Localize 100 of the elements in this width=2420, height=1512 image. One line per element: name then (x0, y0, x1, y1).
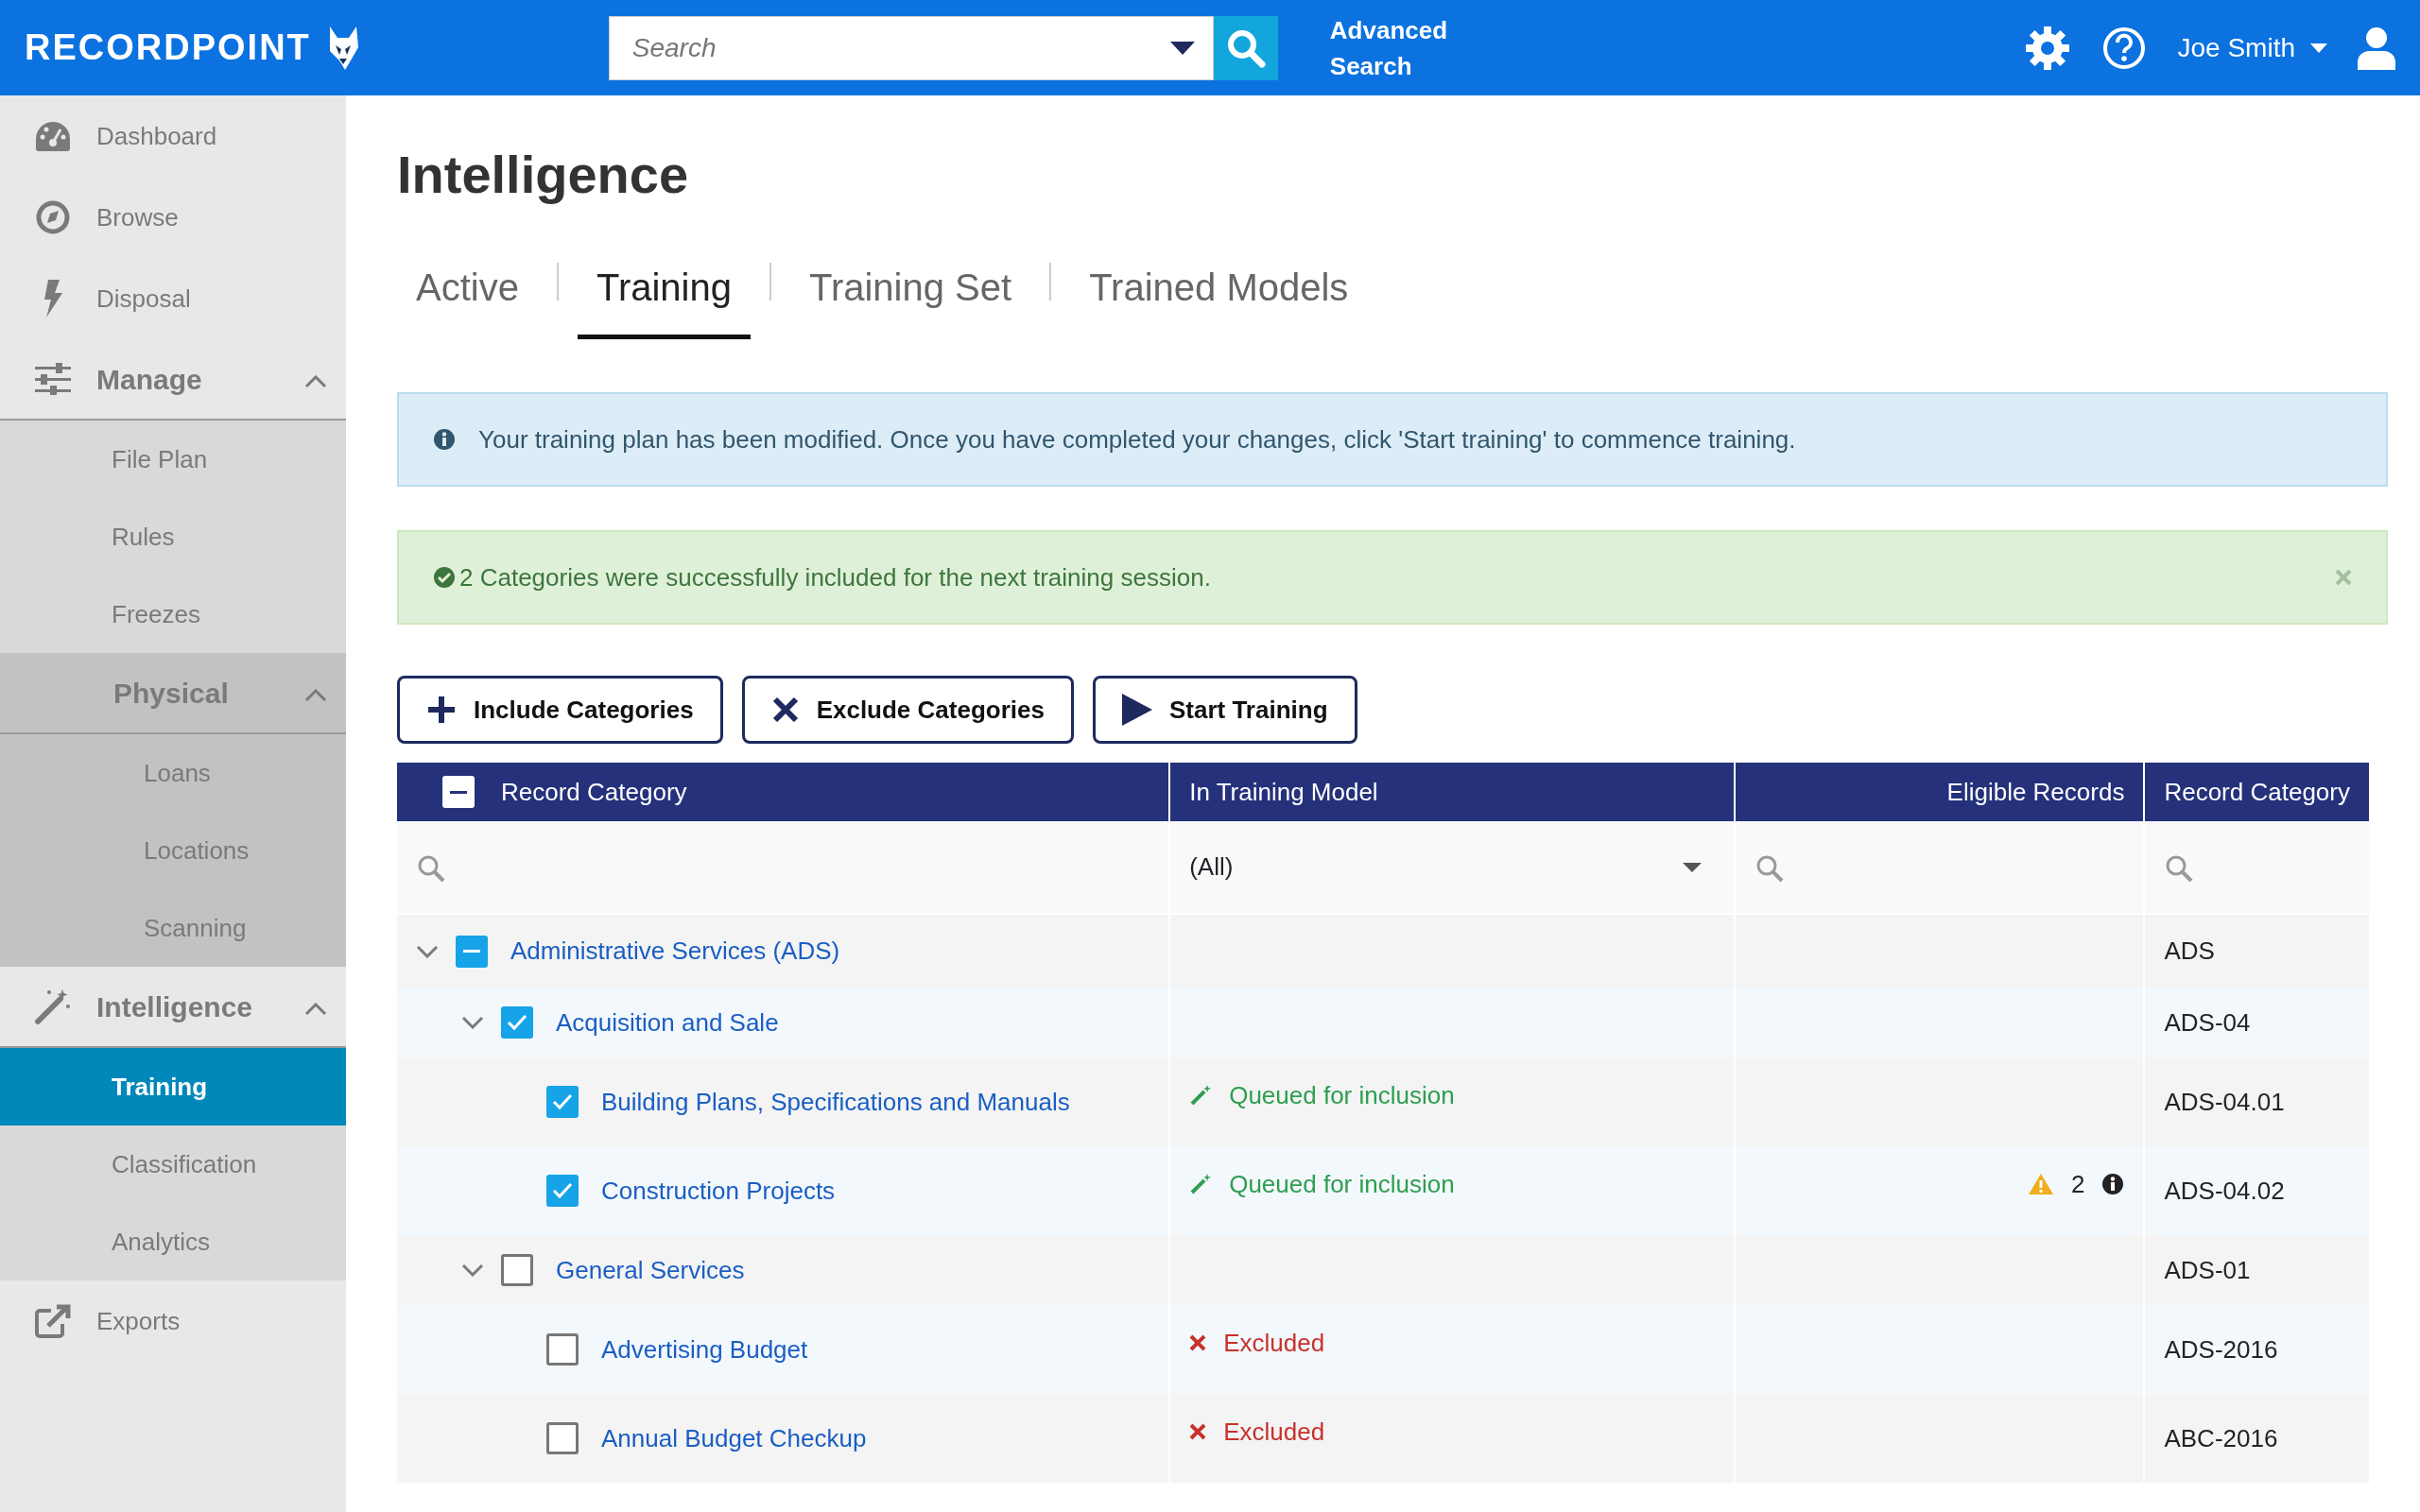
checkbox[interactable] (456, 935, 488, 968)
chevron-down-icon[interactable] (461, 1263, 484, 1278)
table-cell: ADS (2164, 936, 2215, 966)
table-cell: ADS-04.02 (2164, 1176, 2285, 1205)
sidebar-item[interactable]: Dashboard (0, 95, 346, 177)
chevron-up-icon[interactable] (304, 1002, 327, 1016)
checkbox[interactable] (546, 1175, 579, 1208)
sidebar-item-label[interactable]: Exports (96, 1302, 181, 1340)
chevron-up-icon[interactable] (304, 374, 327, 388)
advanced-search-link[interactable]: Advanced Search (1329, 11, 1472, 84)
search-button[interactable] (1213, 15, 1278, 80)
logo-text: RECORDPOINT (25, 26, 311, 69)
column-header[interactable]: Record Category (501, 773, 687, 811)
sidebar-item[interactable]: Exports (0, 1280, 346, 1362)
action-button[interactable]: Start Training (1092, 676, 1357, 745)
tab[interactable]: Trained Models (1070, 251, 1368, 340)
checkbox[interactable] (442, 776, 475, 809)
tab[interactable]: Training (577, 251, 751, 340)
action-button[interactable]: Include Categories (397, 676, 723, 745)
sidebar-section-header[interactable]: Manage (96, 357, 202, 401)
sidebar-item-label[interactable]: Freezes (112, 595, 200, 633)
sidebar-item-label[interactable]: Scanning (144, 909, 247, 947)
sidebar-item-label[interactable]: Browse (96, 198, 179, 236)
status-text: Excluded (1223, 1327, 1325, 1359)
sidebar-item[interactable]: Locations (0, 812, 346, 889)
sidebar-section-header[interactable]: Physical (113, 671, 229, 714)
category-link[interactable]: Acquisition and Sale (556, 1004, 779, 1041)
checkbox[interactable] (501, 1006, 533, 1040)
sidebar-item-label[interactable]: Loans (144, 754, 211, 792)
plus-icon (426, 695, 457, 726)
category-link[interactable]: Construction Projects (601, 1172, 836, 1210)
magic-wand-icon (1189, 1084, 1213, 1108)
chevron-up-icon[interactable] (304, 688, 327, 702)
sidebar-item-label[interactable]: Locations (144, 832, 250, 869)
category-link[interactable]: General Services (556, 1251, 745, 1289)
checkbox[interactable] (546, 1422, 579, 1455)
sidebar-item[interactable]: Training (0, 1048, 346, 1125)
category-link[interactable]: Annual Budget Checkup (601, 1419, 867, 1457)
search-icon[interactable] (2164, 853, 2195, 885)
status-text: Queued for inclusion (1229, 1168, 1455, 1200)
info-icon[interactable] (2101, 1173, 2125, 1196)
checkmark-icon (506, 1013, 528, 1033)
sidebar-item[interactable]: Freezes (0, 576, 346, 653)
sidebar-item-label[interactable]: Classification (112, 1145, 257, 1183)
caret-icon[interactable] (1682, 862, 1702, 872)
external-link-icon (34, 1303, 72, 1339)
user-name[interactable]: Joe Smith (2177, 27, 2295, 68)
table-cell: ADS-01 (2164, 1255, 2251, 1284)
check-circle-icon (433, 566, 456, 590)
dashboard-gauge-icon (34, 120, 72, 152)
tab[interactable]: Active (397, 251, 538, 340)
checkbox[interactable] (546, 1333, 579, 1366)
info-icon (433, 428, 456, 452)
checkbox[interactable] (501, 1254, 533, 1287)
sidebar-item[interactable]: Loans (0, 734, 346, 812)
close-icon (1189, 1423, 1207, 1441)
sidebar-item[interactable]: Scanning (0, 889, 346, 967)
tab[interactable]: Training Set (789, 251, 1031, 340)
sliders-icon (35, 363, 71, 395)
table-cell: ABC-2016 (2164, 1423, 2278, 1452)
help-icon[interactable] (2101, 26, 2146, 70)
action-button[interactable]: Exclude Categories (741, 676, 1074, 745)
search-icon[interactable] (416, 853, 446, 885)
sidebar-item[interactable]: Rules (0, 498, 346, 576)
sidebar-item-label[interactable]: File Plan (112, 440, 208, 478)
page-title: Intelligence (397, 144, 690, 206)
magic-wand-icon (34, 988, 72, 1025)
settings-icon[interactable] (2024, 25, 2070, 71)
chevron-down-icon[interactable] (461, 1016, 484, 1030)
column-header[interactable]: In Training Model (1189, 777, 1378, 806)
search-icon (1225, 27, 1266, 68)
checkmark-icon (551, 1181, 574, 1201)
table-cell: ADS-04 (2164, 1007, 2251, 1037)
alert-message: Your training plan has been modified. Once you have completed your changes, click 'Start training' to commence training. (478, 423, 1796, 455)
sidebar-item[interactable]: Analytics (0, 1203, 346, 1280)
status-text: Queued for inclusion (1229, 1079, 1455, 1111)
sidebar-item-label[interactable]: Disposal (96, 280, 191, 318)
user-icon[interactable] (2358, 26, 2395, 70)
close-icon (770, 696, 800, 725)
search-field[interactable]: Search (608, 15, 1214, 80)
dropdown-caret-icon[interactable] (1169, 41, 1195, 55)
category-link[interactable]: Advertising Budget (601, 1331, 808, 1368)
checkbox[interactable] (546, 1086, 579, 1119)
sidebar-item[interactable]: Browse (0, 177, 346, 258)
sidebar-item-label[interactable]: Analytics (112, 1223, 211, 1261)
sidebar-item-label[interactable]: Dashboard (96, 117, 217, 155)
sidebar-section-header[interactable]: Intelligence (96, 985, 253, 1028)
sidebar-item[interactable]: Disposal (0, 258, 346, 339)
caret-icon[interactable] (2310, 43, 2327, 53)
table-cell: ADS-04.01 (2164, 1087, 2285, 1116)
sidebar-item-label[interactable]: Training (112, 1068, 208, 1106)
status-text: Excluded (1223, 1416, 1325, 1448)
sidebar-item[interactable]: Classification (0, 1125, 346, 1203)
sidebar-item[interactable]: File Plan (0, 421, 346, 498)
chevron-down-icon[interactable] (416, 944, 439, 958)
close-icon (1189, 1334, 1207, 1352)
sidebar-item-label[interactable]: Rules (112, 518, 175, 556)
alert-message: 2 Categories were successfully included for the next training session. (459, 561, 1211, 593)
play-icon (1121, 694, 1152, 727)
magic-wand-icon (1189, 1173, 1213, 1196)
